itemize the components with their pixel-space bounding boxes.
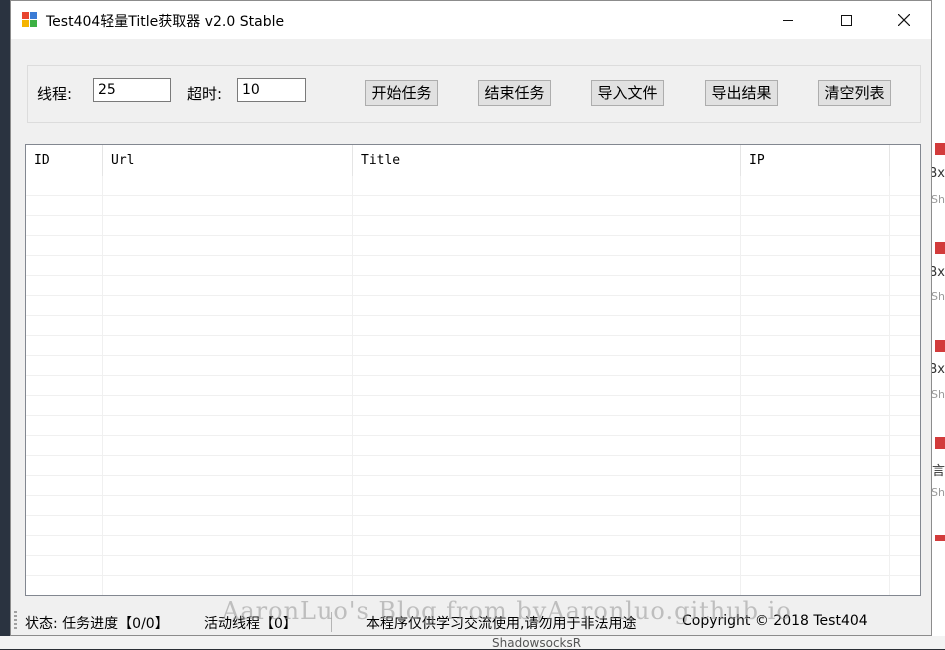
background-red-badge bbox=[935, 535, 945, 541]
column-header-title[interactable]: Title bbox=[353, 145, 741, 176]
background-subtext: Sh bbox=[931, 486, 945, 499]
background-subtext: Sh bbox=[931, 388, 945, 401]
maximize-icon bbox=[840, 14, 852, 26]
app-icon bbox=[22, 12, 38, 28]
app-window: Test404轻量Title获取器 v2.0 Stable 线程: 超时: 开始… bbox=[10, 0, 932, 636]
watermark-text: AaronLuo's Blog from byAaronluo.github.i… bbox=[222, 597, 792, 625]
start-task-button[interactable]: 开始任务 bbox=[365, 80, 438, 106]
list-grid-row bbox=[26, 456, 920, 476]
title-bar[interactable]: Test404轻量Title获取器 v2.0 Stable bbox=[11, 1, 931, 39]
list-grid-column-line bbox=[889, 176, 890, 595]
list-grid-row bbox=[26, 196, 920, 216]
list-grid-column-line bbox=[352, 176, 353, 595]
import-file-button[interactable]: 导入文件 bbox=[591, 80, 664, 106]
list-grid-column-line bbox=[740, 176, 741, 595]
list-grid-row bbox=[26, 556, 920, 576]
list-grid-row bbox=[26, 336, 920, 356]
list-grid-column-line bbox=[102, 176, 103, 595]
list-grid-row bbox=[26, 576, 920, 595]
threads-input[interactable] bbox=[93, 78, 171, 102]
background-text: 言 bbox=[931, 464, 945, 479]
results-list-view[interactable]: ID Url Title IP bbox=[25, 144, 921, 596]
background-bottom-text: ShadowsocksR bbox=[492, 636, 582, 650]
list-grid-row bbox=[26, 376, 920, 396]
window-title: Test404轻量Title获取器 v2.0 Stable bbox=[46, 14, 285, 30]
export-results-button[interactable]: 导出结果 bbox=[705, 80, 778, 106]
list-grid-row bbox=[26, 256, 920, 276]
status-grip bbox=[14, 611, 17, 631]
list-grid-row bbox=[26, 216, 920, 236]
list-grid-row bbox=[26, 316, 920, 336]
background-subtext: Sh bbox=[931, 193, 945, 206]
minimize-icon bbox=[783, 19, 793, 21]
clear-list-button[interactable]: 清空列表 bbox=[818, 80, 891, 106]
list-grid-row bbox=[26, 496, 920, 516]
column-header-url[interactable]: Url bbox=[103, 145, 353, 176]
list-grid-row bbox=[26, 356, 920, 376]
list-grid-row bbox=[26, 516, 920, 536]
close-icon bbox=[898, 14, 910, 26]
list-grid-row bbox=[26, 436, 920, 456]
status-progress: 状态: 任务进度【0/0】 bbox=[25, 616, 169, 632]
list-grid-row bbox=[26, 396, 920, 416]
background-red-badge bbox=[935, 437, 945, 449]
list-grid-row bbox=[26, 296, 920, 316]
background-subtext: Sh bbox=[931, 290, 945, 303]
stop-task-button[interactable]: 结束任务 bbox=[478, 80, 551, 106]
background-bottom-strip: ShadowsocksR bbox=[0, 636, 945, 650]
background-red-badge bbox=[935, 340, 945, 352]
timeout-label: 超时: bbox=[187, 85, 223, 103]
list-grid-row bbox=[26, 476, 920, 496]
list-grid-row bbox=[26, 276, 920, 296]
maximize-button[interactable] bbox=[823, 1, 869, 39]
list-grid-row bbox=[26, 416, 920, 436]
list-grid-row bbox=[26, 536, 920, 556]
background-red-badge bbox=[935, 143, 945, 155]
background-red-badge bbox=[935, 242, 945, 254]
close-button[interactable] bbox=[881, 1, 927, 39]
threads-label: 线程: bbox=[37, 85, 73, 103]
list-grid-row bbox=[26, 236, 920, 256]
timeout-input[interactable] bbox=[237, 78, 306, 102]
minimize-button[interactable] bbox=[765, 1, 811, 39]
list-header: ID Url Title IP bbox=[26, 145, 920, 176]
column-header-ip[interactable]: IP bbox=[741, 145, 890, 176]
list-grid-row bbox=[26, 176, 920, 196]
column-header-id[interactable]: ID bbox=[26, 145, 103, 176]
